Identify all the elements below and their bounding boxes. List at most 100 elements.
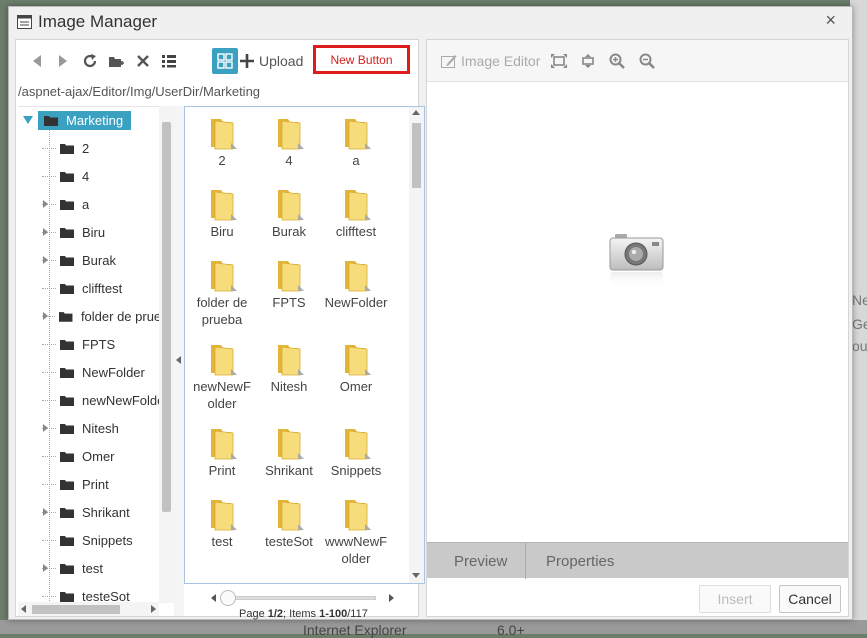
tree-item[interactable]: clifftest [42, 277, 172, 299]
tree-root[interactable]: Marketing [22, 109, 132, 131]
scroll-right-icon[interactable] [151, 605, 157, 613]
tree-item[interactable]: Print [42, 473, 172, 495]
expand-arrow-icon[interactable] [43, 312, 48, 320]
folder-thumbnail[interactable]: NewFolder [323, 259, 389, 310]
folder-name: 2 [218, 153, 226, 168]
folder-name: testeSot [265, 534, 313, 549]
tree-item[interactable]: FPTS [42, 333, 172, 355]
expand-arrow-icon[interactable] [43, 424, 48, 432]
tree-item[interactable]: Biru [42, 221, 172, 243]
tree-item[interactable]: Burak [42, 249, 172, 271]
zoom-in-icon[interactable] [607, 51, 627, 71]
insert-button[interactable]: Insert [699, 585, 771, 613]
scrollbar-thumb[interactable] [32, 605, 120, 614]
folder-icon [278, 190, 304, 221]
tab-properties[interactable]: Properties [546, 543, 614, 579]
scroll-down-icon[interactable] [412, 573, 420, 579]
back-icon[interactable] [25, 49, 49, 73]
tree-item[interactable]: 2 [42, 137, 172, 159]
folder-thumbnail[interactable]: Biru [189, 188, 255, 239]
prev-page-icon[interactable] [211, 594, 217, 602]
tree-item[interactable]: folder de prueba [42, 305, 172, 327]
preview-toolbar: Image Editor [427, 40, 848, 82]
list-view-icon[interactable] [157, 49, 181, 73]
folder-icon [211, 119, 237, 150]
tree-item[interactable]: newNewFolder [42, 389, 172, 411]
image-editor-icon [441, 55, 457, 68]
file-toolbar: Upload New Button [16, 40, 418, 82]
cancel-button[interactable]: Cancel [779, 585, 841, 613]
tree-connector [42, 287, 56, 289]
folder-thumbnail[interactable]: FPTS [256, 259, 322, 310]
folder-thumbnail[interactable]: wwwNewF older [323, 498, 389, 566]
folder-thumbnail[interactable]: Burak [256, 188, 322, 239]
tree-root-label[interactable]: Marketing [38, 110, 132, 130]
new-folder-icon[interactable] [104, 49, 128, 73]
folder-name: folder de [196, 295, 248, 310]
tree-horizontal-scrollbar[interactable] [18, 602, 159, 616]
new-button[interactable]: New Button [313, 45, 410, 74]
tree-item[interactable]: a [42, 193, 172, 215]
scroll-up-icon[interactable] [412, 110, 420, 116]
folder-thumbnail[interactable]: testeSot [256, 498, 322, 549]
forward-icon[interactable] [51, 49, 75, 73]
folder-thumbnail[interactable]: clifftest [323, 188, 389, 239]
scroll-left-icon[interactable] [21, 605, 27, 613]
tree-item[interactable]: test [42, 557, 172, 579]
tree-item[interactable]: Shrikant [42, 501, 172, 523]
folder-thumbnail[interactable]: Nitesh [256, 343, 322, 394]
image-editor-button[interactable]: Image Editor [441, 53, 540, 69]
folder-thumbnail[interactable]: Snippets [323, 427, 389, 478]
file-browser-pane: Upload New Button /aspnet-ajax/Editor/Im… [15, 39, 425, 620]
tree-item[interactable]: Snippets [42, 529, 172, 551]
upload-label: Upload [259, 53, 304, 69]
scrollbar-thumb[interactable] [162, 122, 171, 512]
tab-preview[interactable]: Preview [454, 543, 507, 579]
expand-arrow-icon[interactable] [43, 256, 48, 264]
tree-item-label: a [82, 196, 90, 212]
expand-arrow-icon[interactable] [43, 508, 48, 516]
tree-connector [42, 147, 56, 149]
folder-thumbnail[interactable]: test [189, 498, 255, 549]
folder-thumbnail[interactable]: 2 [189, 117, 255, 168]
folder-thumbnail[interactable]: Shrikant [256, 427, 322, 478]
thumbnail-view-icon[interactable] [212, 48, 238, 74]
folder-icon [60, 395, 74, 406]
actual-size-icon[interactable] [578, 51, 598, 71]
close-icon[interactable]: × [825, 10, 836, 31]
pager-slider-track[interactable] [228, 596, 376, 600]
pager-slider-handle[interactable] [220, 590, 236, 606]
folder-thumbnail[interactable]: newNewF older [189, 343, 255, 411]
collapse-arrow-icon[interactable] [22, 115, 34, 125]
next-page-icon[interactable] [389, 594, 395, 602]
folder-name: Nitesh [270, 379, 308, 394]
delete-icon[interactable] [131, 49, 155, 73]
refresh-icon[interactable] [78, 49, 102, 73]
pane-splitter[interactable] [174, 106, 184, 616]
expand-arrow-icon[interactable] [43, 228, 48, 236]
best-fit-icon[interactable] [549, 51, 569, 71]
folder-thumbnail[interactable]: a [323, 117, 389, 168]
expand-arrow-icon[interactable] [43, 564, 48, 572]
plus-icon [240, 54, 254, 68]
no-image-camera-icon [609, 234, 664, 288]
tree-item[interactable]: Omer [42, 445, 172, 467]
tree-item[interactable]: Nitesh [42, 417, 172, 439]
upload-button[interactable]: Upload [239, 50, 303, 72]
tree-item[interactable]: 4 [42, 165, 172, 187]
folder-icon [60, 591, 74, 602]
tree-item[interactable]: NewFolder [42, 361, 172, 383]
files-vertical-scrollbar[interactable] [409, 107, 424, 583]
folder-thumbnail[interactable]: Omer [323, 343, 389, 394]
zoom-out-icon[interactable] [637, 51, 657, 71]
folder-thumbnail[interactable]: 4 [256, 117, 322, 168]
folder-thumbnail[interactable]: Print [189, 427, 255, 478]
folder-icon [60, 143, 74, 154]
scrollbar-thumb[interactable] [412, 123, 421, 188]
tree-vertical-scrollbar[interactable] [159, 106, 174, 603]
folder-thumbnail[interactable]: folder de prueba [189, 259, 255, 327]
folder-icon [278, 500, 304, 531]
tree-item[interactable]: testeSot [42, 585, 172, 603]
expand-arrow-icon[interactable] [43, 200, 48, 208]
collapse-left-icon[interactable] [176, 356, 182, 364]
